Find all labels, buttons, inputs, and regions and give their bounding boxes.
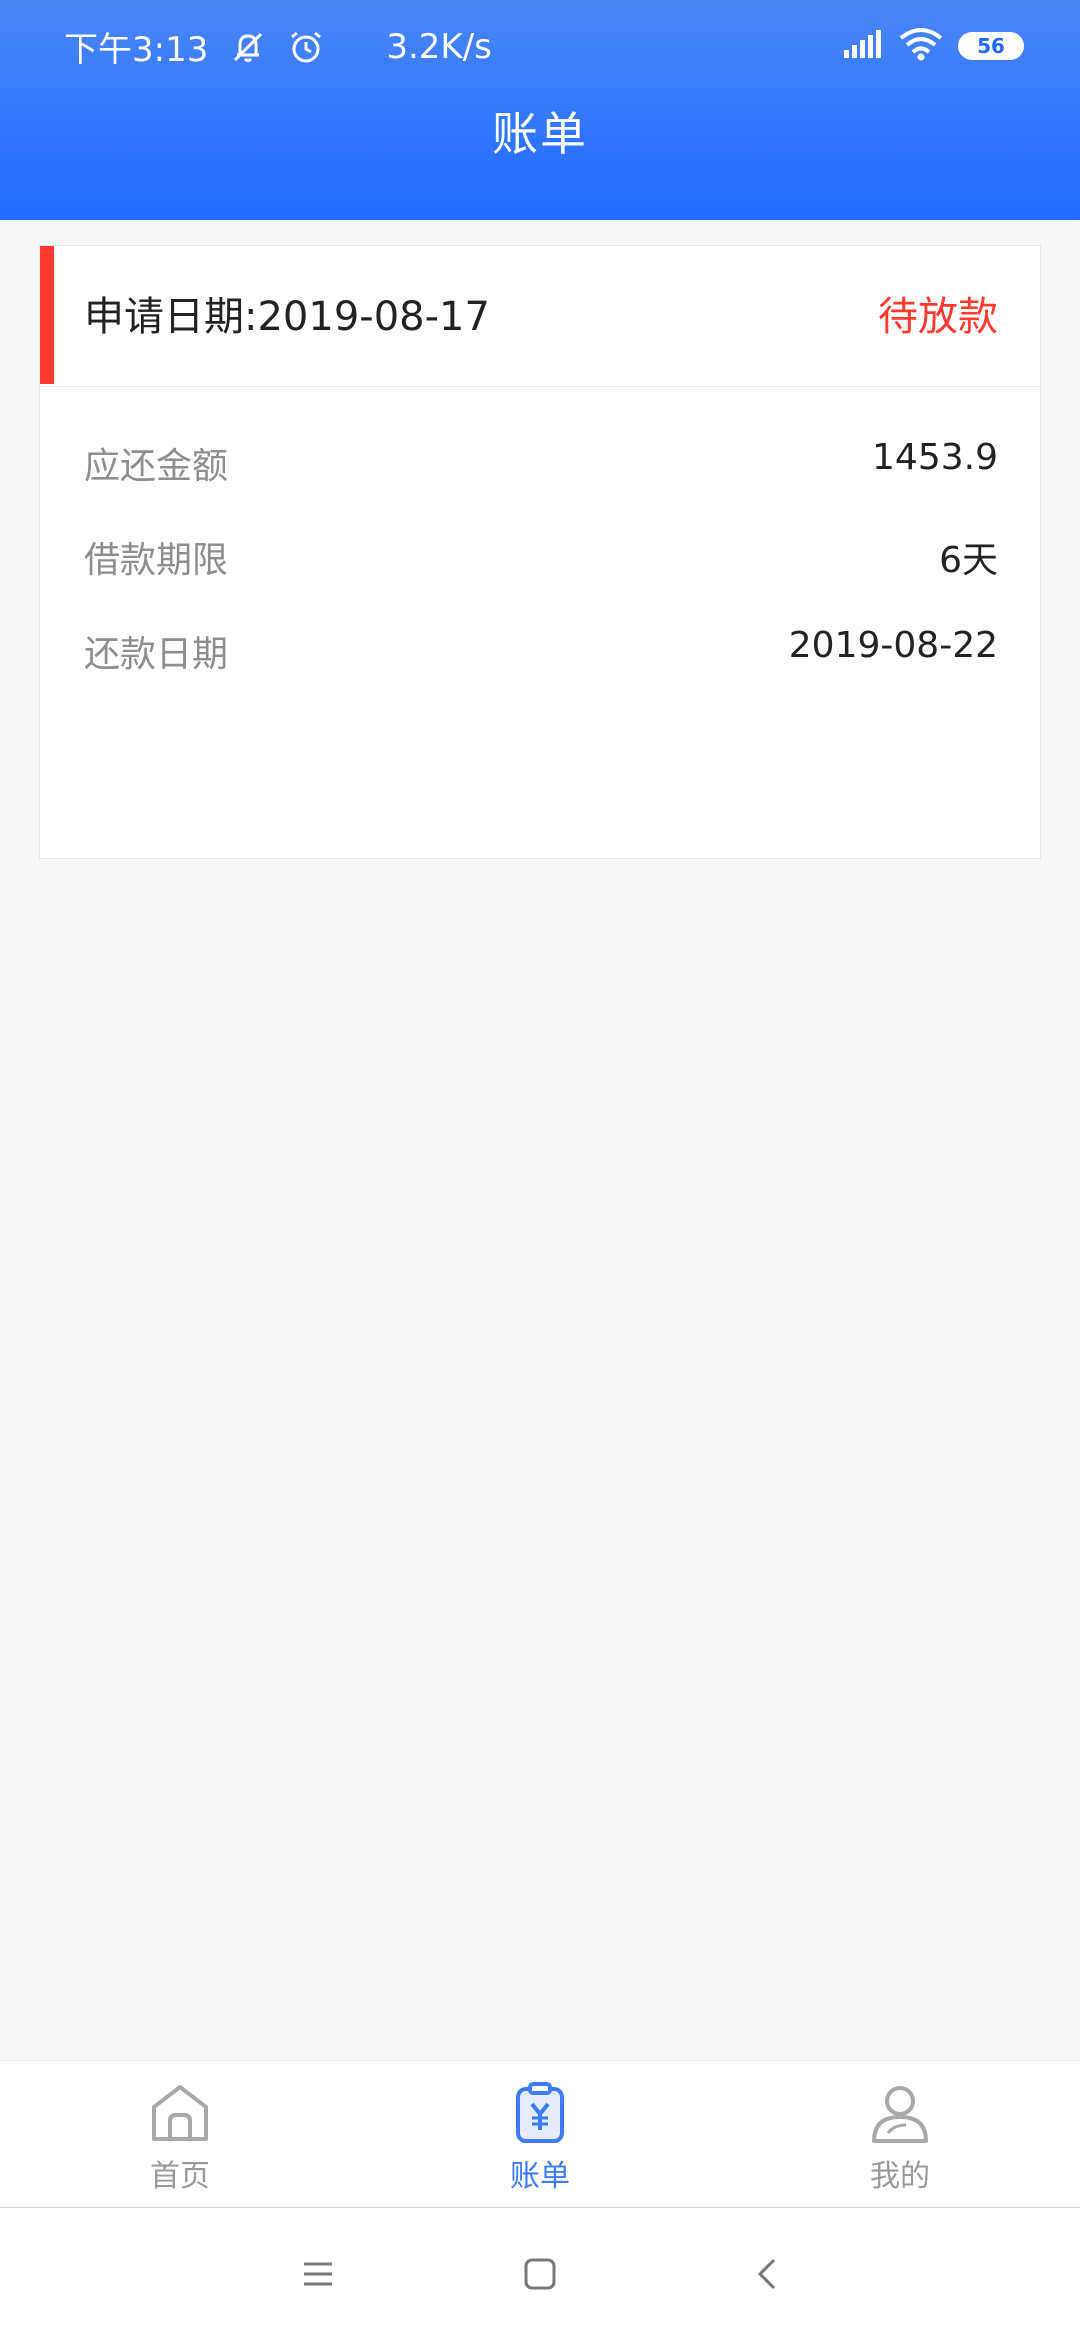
- network-speed: 3.2K/s: [386, 26, 492, 67]
- bill-card-header: 申请日期:2019-08-17 待放款: [40, 246, 1040, 387]
- status-badge: 待放款: [878, 294, 998, 340]
- due-date-value: 2019-08-22: [788, 625, 998, 666]
- back-icon[interactable]: [746, 2252, 790, 2296]
- app-header: 下午3:13 3.2K/s 56 账单: [0, 0, 1080, 220]
- tab-bill[interactable]: 账单: [360, 2061, 720, 2207]
- detail-row-term: 借款期限 6天: [40, 531, 1040, 625]
- mute-bell-icon: [228, 27, 268, 67]
- tab-home-label: 首页: [150, 2159, 210, 2194]
- status-left: 下午3:13 3.2K/s: [64, 22, 492, 71]
- page-title: 账单: [492, 107, 588, 161]
- status-right: 56: [828, 26, 1024, 66]
- apply-date: 申请日期:2019-08-17: [84, 294, 490, 340]
- detail-row-due-date: 还款日期 2019-08-22: [40, 625, 1040, 719]
- bottom-tab-bar: 首页 账单 我的: [0, 2060, 1080, 2209]
- amount-value: 1453.9: [872, 437, 998, 478]
- home-square-icon[interactable]: [518, 2252, 562, 2296]
- menu-icon[interactable]: [296, 2252, 340, 2296]
- due-date-label: 还款日期: [84, 634, 229, 675]
- bill-card[interactable]: 申请日期:2019-08-17 待放款 应还金额 1453.9 借款期限 6天 …: [40, 246, 1040, 858]
- tab-mine-label: 我的: [870, 2159, 930, 2194]
- system-nav-bar: [0, 2208, 1080, 2340]
- wifi-icon: [898, 26, 944, 66]
- tab-home[interactable]: 首页: [0, 2061, 360, 2207]
- user-icon: [866, 2079, 934, 2147]
- term-label: 借款期限: [84, 540, 229, 581]
- tab-mine[interactable]: 我的: [720, 2061, 1080, 2207]
- status-bar: 下午3:13 3.2K/s 56: [0, 0, 1080, 90]
- amount-label: 应还金额: [84, 446, 229, 487]
- status-accent-bar: [40, 246, 54, 384]
- alarm-icon: [286, 27, 326, 67]
- status-time: 下午3:13: [64, 30, 209, 70]
- detail-row-amount: 应还金额 1453.9: [40, 437, 1040, 531]
- term-value: 6天: [939, 540, 998, 581]
- home-icon: [146, 2079, 214, 2147]
- signal-icon: [842, 28, 884, 64]
- bill-details: 应还金额 1453.9 借款期限 6天 还款日期 2019-08-22: [40, 387, 1040, 719]
- battery-icon: 56: [958, 32, 1024, 60]
- tab-bill-label: 账单: [510, 2159, 570, 2194]
- bill-icon: [506, 2079, 574, 2147]
